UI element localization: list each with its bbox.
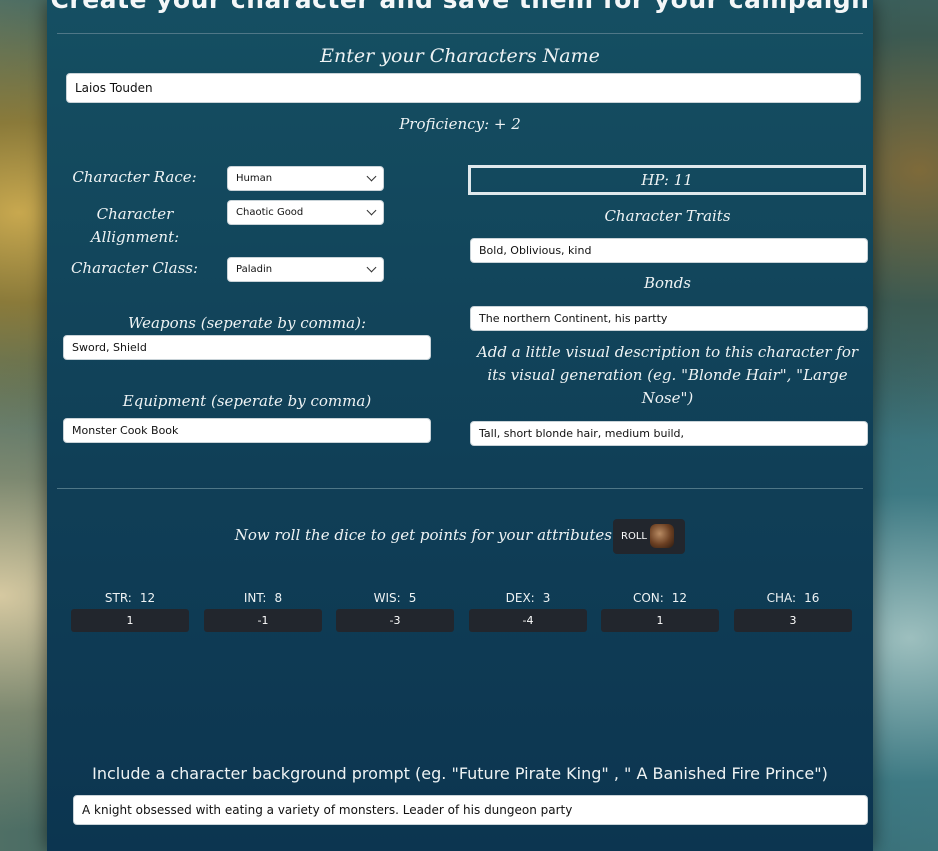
attribute-label: CHA: 16 [734, 591, 852, 605]
attribute-modifier: -4 [469, 609, 587, 632]
bonds-label: Bonds [643, 274, 691, 292]
attribute-score: 12 [139, 591, 156, 605]
class-label: Character Class: [70, 259, 199, 277]
attribute-score: 8 [274, 591, 283, 605]
equipment-input[interactable]: Monster Cook Book [63, 418, 431, 443]
attribute-modifier: -3 [336, 609, 454, 632]
divider-middle [57, 488, 863, 489]
attribute-score: 12 [671, 591, 688, 605]
page-title: Create your character and save them for … [47, 0, 873, 14]
weapons-input[interactable]: Sword, Shield [63, 335, 431, 360]
hp-display: HP: 11 [468, 165, 866, 195]
weapons-label: Weapons (seperate by comma): [127, 314, 367, 332]
visual-description-input[interactable]: Tall, short blonde hair, medium build, [470, 421, 868, 446]
chevron-down-icon [366, 171, 377, 182]
attribute-score: 5 [408, 591, 417, 605]
equipment-label: Equipment (seperate by comma) [122, 392, 372, 410]
attribute-modifier: 1 [71, 609, 189, 632]
attribute-name: INT: [243, 591, 267, 605]
race-label: Character Race: [72, 168, 197, 186]
attribute-label: INT: 8 [204, 591, 322, 605]
bonds-input[interactable]: The northern Continent, his partty [470, 306, 868, 331]
class-select-value: Paladin [236, 264, 273, 275]
attribute-label: WIS: 5 [336, 591, 454, 605]
attribute-score: 3 [542, 591, 551, 605]
alignment-select-value: Chaotic Good [236, 207, 304, 218]
dice-icon [650, 524, 674, 548]
attribute-label: STR: 12 [71, 591, 189, 605]
alignment-label: Character Allignment: [90, 205, 180, 246]
attribute-name: WIS: [373, 591, 401, 605]
name-heading: Enter your Characters Name [320, 45, 600, 67]
traits-input[interactable]: Bold, Oblivious, kind [470, 238, 868, 263]
attribute-name: DEX: [505, 591, 535, 605]
attribute-score: 16 [804, 591, 820, 605]
traits-label: Character Traits [604, 207, 731, 225]
character-creation-panel: Create your character and save them for … [47, 0, 873, 851]
visual-description-label: Add a little visual description to this … [476, 343, 859, 407]
background-prompt-label: Include a character background prompt (e… [92, 764, 828, 783]
chevron-down-icon [366, 205, 377, 216]
background-input[interactable]: A knight obsessed with eating a variety … [73, 795, 868, 825]
attribute-name: CHA: [766, 591, 797, 605]
attribute-modifier: 1 [601, 609, 719, 632]
roll-prompt: Now roll the dice to get points for your… [234, 526, 617, 544]
alignment-select[interactable]: Chaotic Good [227, 200, 384, 225]
attribute-modifier: 3 [734, 609, 852, 632]
chevron-down-icon [366, 262, 377, 273]
divider-top [57, 33, 863, 34]
attribute-label: CON: 12 [601, 591, 719, 605]
race-select-value: Human [236, 173, 273, 184]
attribute-modifier: -1 [204, 609, 322, 632]
attribute-name: STR: [104, 591, 132, 605]
attribute-label: DEX: 3 [469, 591, 587, 605]
attribute-name: CON: [632, 591, 664, 605]
roll-button[interactable]: ROLL [613, 519, 685, 554]
roll-button-label: ROLL [621, 531, 647, 542]
proficiency-text: Proficiency: + 2 [399, 115, 521, 133]
character-name-input[interactable]: Laios Touden [66, 73, 861, 103]
class-select[interactable]: Paladin [227, 257, 384, 282]
race-select[interactable]: Human [227, 166, 384, 191]
